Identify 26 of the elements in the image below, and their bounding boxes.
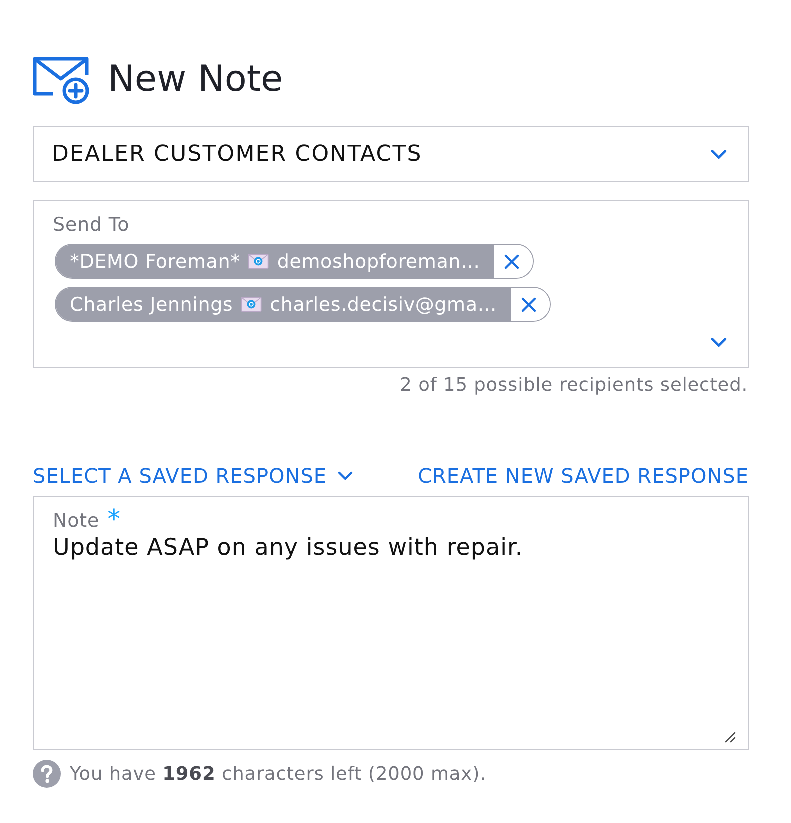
close-icon [504,254,520,270]
recipient-email: charles.decisiv@gma… [270,294,498,316]
create-saved-response-link[interactable]: CREATE NEW SAVED RESPONSE [418,464,749,488]
recipients-field[interactable]: Send To *DEMO Foreman* demoshopforeman… Charles Jennings charles.decisiv@gma… [33,200,749,368]
note-text: Update ASAP on any issues with repair. [53,535,524,561]
contact-list-dropdown[interactable]: DEALER CUSTOMER CONTACTS [33,126,749,182]
envelope-plus-icon [33,56,91,104]
help-icon [33,760,61,788]
note-field[interactable]: Note * Update ASAP on any issues with repair. [33,496,749,750]
close-icon [521,296,538,312]
chevron-down-icon[interactable] [710,336,728,349]
select-saved-response-link[interactable]: SELECT A SAVED RESPONSE [33,464,354,488]
send-to-label: Send To [53,213,130,237]
resize-handle-icon[interactable] [724,731,736,743]
recipients-summary: 2 of 15 possible recipients selected. [399,375,749,397]
note-label: Note [53,509,100,533]
envelope-icon [241,297,262,312]
recipient-name: *DEMO Foreman* [70,250,240,272]
recipient-email: demoshopforeman… [277,250,480,272]
chevron-down-icon [710,148,728,160]
character-count-text: You have 1962 characters left (2000 max). [70,764,486,784]
recipient-name: Charles Jennings [70,294,234,316]
required-mark: * [108,509,121,531]
envelope-icon [248,254,270,269]
page-title: New Note [108,58,284,102]
chevron-down-icon [337,470,354,482]
